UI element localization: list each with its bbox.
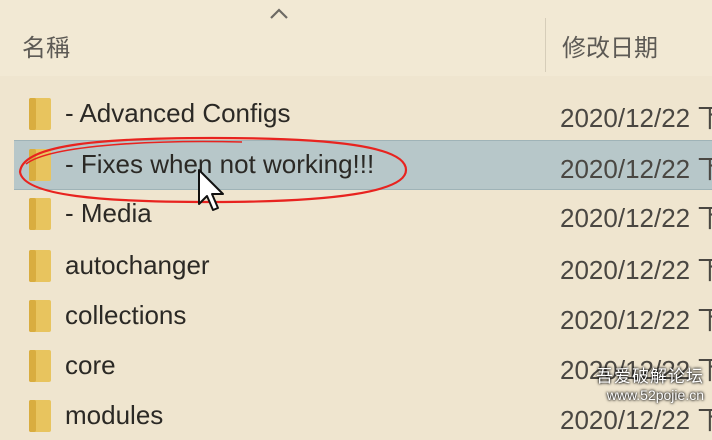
column-header: 名稱 修改日期 [0, 0, 712, 76]
folder-icon [29, 350, 51, 382]
mouse-pointer-icon [198, 169, 224, 211]
folder-icon [29, 250, 51, 282]
file-date-modified: 2020/12/22 下 [560, 103, 712, 133]
file-date-modified: 2020/12/22 下 [560, 203, 712, 233]
file-name: core [65, 350, 116, 380]
column-header-date-modified[interactable]: 修改日期 [562, 28, 658, 63]
file-row-collections[interactable]: collections 2020/12/22 下 [14, 292, 712, 340]
folder-icon [29, 98, 51, 130]
file-date-modified: 2020/12/22 下 [560, 305, 712, 335]
folder-icon [29, 400, 51, 432]
folder-icon [29, 300, 51, 332]
file-name: autochanger [65, 250, 210, 280]
folder-icon [29, 149, 51, 181]
file-name: - Advanced Configs [65, 98, 291, 128]
watermark: 吾爱破解论坛 www.52pojie.cn [596, 362, 704, 403]
file-date-modified: 2020/12/22 下 [560, 405, 712, 435]
column-divider[interactable] [545, 18, 546, 72]
file-row-autochanger[interactable]: autochanger 2020/12/22 下 [14, 242, 712, 290]
file-name: - Media [65, 198, 152, 228]
file-row-media[interactable]: - Media 2020/12/22 下 [14, 190, 712, 238]
file-date-modified: 2020/12/22 下 [560, 255, 712, 285]
file-date-modified: 2020/12/22 下 [560, 154, 712, 184]
folder-icon [29, 198, 51, 230]
file-name: modules [65, 400, 164, 430]
watermark-url: www.52pojie.cn [606, 387, 704, 403]
watermark-title: 吾爱破解论坛 [596, 367, 704, 386]
file-row-advanced-configs[interactable]: - Advanced Configs 2020/12/22 下 [14, 90, 712, 138]
sort-ascending-icon[interactable] [268, 6, 290, 22]
file-row-fixes-when-not-working[interactable]: - Fixes when not working!!! 2020/12/22 下 [14, 140, 712, 190]
file-name: collections [65, 300, 187, 330]
column-header-name[interactable]: 名稱 [22, 28, 70, 63]
